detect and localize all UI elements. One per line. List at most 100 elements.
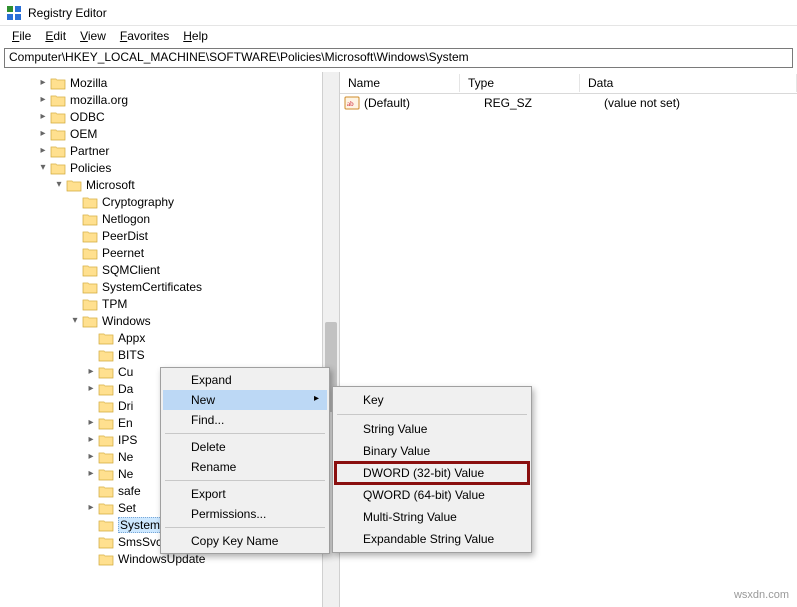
menu-item[interactable]: Export [163, 484, 327, 504]
tree-item[interactable]: PeerDist [4, 227, 339, 244]
menu-item[interactable]: Expand [163, 370, 327, 390]
menu-item[interactable]: New▸ [163, 390, 327, 410]
tree-item-label: SQMClient [102, 263, 160, 277]
chevron-icon[interactable]: ▸ [84, 417, 98, 428]
tree-item-label: SmsSvc [118, 535, 162, 549]
chevron-icon[interactable]: ▾ [68, 315, 82, 326]
tree-item[interactable]: SystemCertificates [4, 278, 339, 295]
tree-item-label: Windows [102, 314, 151, 328]
tree-item-label: System [118, 517, 162, 533]
chevron-icon[interactable]: ▸ [84, 451, 98, 462]
folder-icon [98, 399, 114, 413]
tree-item-label: Peernet [102, 246, 144, 260]
chevron-icon[interactable]: ▸ [36, 94, 50, 105]
tree-item[interactable]: ▾Microsoft [4, 176, 339, 193]
menu-item[interactable]: Delete [163, 437, 327, 457]
menu-favorites[interactable]: Favorites [114, 28, 175, 44]
menu-help[interactable]: Help [177, 28, 214, 44]
folder-icon [50, 110, 66, 124]
folder-icon [50, 161, 66, 175]
tree-item[interactable]: Cryptography [4, 193, 339, 210]
menu-bar: File Edit View Favorites Help [0, 26, 797, 46]
tree-item[interactable]: TPM [4, 295, 339, 312]
chevron-icon[interactable]: ▸ [36, 128, 50, 139]
tree-item[interactable]: ▸mozilla.org [4, 91, 339, 108]
folder-icon [50, 127, 66, 141]
menu-item[interactable]: String Value [335, 418, 529, 440]
string-value-icon [344, 95, 360, 111]
chevron-icon[interactable]: ▸ [84, 434, 98, 445]
menu-item[interactable]: Key [335, 389, 529, 411]
tree-item-label: PeerDist [102, 229, 148, 243]
tree-item[interactable]: SQMClient [4, 261, 339, 278]
tree-item[interactable]: ▾ Policies [4, 159, 339, 176]
tree-item[interactable]: ▸ ODBC [4, 108, 339, 125]
tree-item[interactable]: Peernet [4, 244, 339, 261]
col-header-data[interactable]: Data [580, 74, 797, 92]
menu-edit[interactable]: Edit [39, 28, 72, 44]
titlebar: Registry Editor [0, 0, 797, 26]
tree-item[interactable]: ▸ Mozilla [4, 74, 339, 91]
menu-view[interactable]: View [74, 28, 112, 44]
tree-item-label: Ne [118, 450, 133, 464]
chevron-icon[interactable]: ▸ [84, 366, 98, 377]
folder-icon [98, 382, 114, 396]
folder-icon [98, 416, 114, 430]
tree-item-label: safe [118, 484, 141, 498]
tree-item-label: Set [118, 501, 136, 515]
chevron-icon[interactable]: ▸ [84, 468, 98, 479]
folder-icon [82, 246, 98, 260]
value-name: (Default) [364, 96, 476, 110]
chevron-icon[interactable]: ▸ [36, 77, 50, 88]
menu-file[interactable]: File [6, 28, 37, 44]
menu-item[interactable]: QWORD (64-bit) Value [335, 484, 529, 506]
chevron-icon[interactable]: ▸ [84, 502, 98, 513]
tree-item-label: Da [118, 382, 133, 396]
tree-item-label: Partner [70, 144, 109, 158]
menu-item[interactable]: Multi-String Value [335, 506, 529, 528]
tree-item-label: BITS [118, 348, 145, 362]
tree-item-label: TPM [102, 297, 127, 311]
tree-item-label: Mozilla [70, 76, 107, 90]
value-row[interactable]: (Default)REG_SZ(value not set) [340, 94, 797, 112]
tree-item-label: IPS [118, 433, 137, 447]
menu-item[interactable]: Expandable String Value [335, 528, 529, 550]
chevron-icon[interactable]: ▸ [36, 145, 50, 156]
tree-item[interactable]: BITS [4, 346, 339, 363]
tree-item-label: OEM [70, 127, 97, 141]
menu-item[interactable]: DWORD (32-bit) Value [335, 462, 529, 484]
menu-item[interactable]: Copy Key Name [163, 531, 327, 551]
folder-icon [82, 212, 98, 226]
tree-item[interactable]: Netlogon [4, 210, 339, 227]
chevron-icon[interactable]: ▸ [84, 383, 98, 394]
watermark: wsxdn.com [734, 589, 789, 601]
tree-item-label: Cryptography [102, 195, 174, 209]
folder-icon [98, 348, 114, 362]
chevron-icon[interactable]: ▾ [36, 162, 50, 173]
menu-item[interactable]: Permissions... [163, 504, 327, 524]
tree-item[interactable]: ▸ Partner [4, 142, 339, 159]
value-type: REG_SZ [476, 96, 596, 110]
menu-separator [165, 480, 325, 481]
tree-item[interactable]: ▾ Windows [4, 312, 339, 329]
context-menu[interactable]: ExpandNew▸Find... DeleteRename ExportPermi… [160, 367, 330, 554]
chevron-icon[interactable]: ▾ [52, 179, 66, 190]
tree-item-label: Cu [118, 365, 133, 379]
menu-item[interactable]: Rename [163, 457, 327, 477]
address-bar[interactable]: Computer\HKEY_LOCAL_MACHINE\SOFTWARE\Pol… [4, 48, 793, 68]
window-title: Registry Editor [28, 6, 107, 20]
col-header-name[interactable]: Name [340, 74, 460, 92]
tree-item-label: ODBC [70, 110, 105, 124]
menu-item[interactable]: Find... [163, 410, 327, 430]
folder-icon [50, 144, 66, 158]
menu-item[interactable]: Binary Value [335, 440, 529, 462]
chevron-icon[interactable]: ▸ [36, 111, 50, 122]
context-submenu-new[interactable]: Key String ValueBinary ValueDWORD (32-bit… [332, 386, 532, 553]
tree-item[interactable]: Appx [4, 329, 339, 346]
folder-icon [98, 518, 114, 532]
tree-item[interactable]: ▸ OEM [4, 125, 339, 142]
folder-icon [82, 263, 98, 277]
tree-item-label: Policies [70, 161, 111, 175]
tree-item-label: SystemCertificates [102, 280, 202, 294]
col-header-type[interactable]: Type [460, 74, 580, 92]
